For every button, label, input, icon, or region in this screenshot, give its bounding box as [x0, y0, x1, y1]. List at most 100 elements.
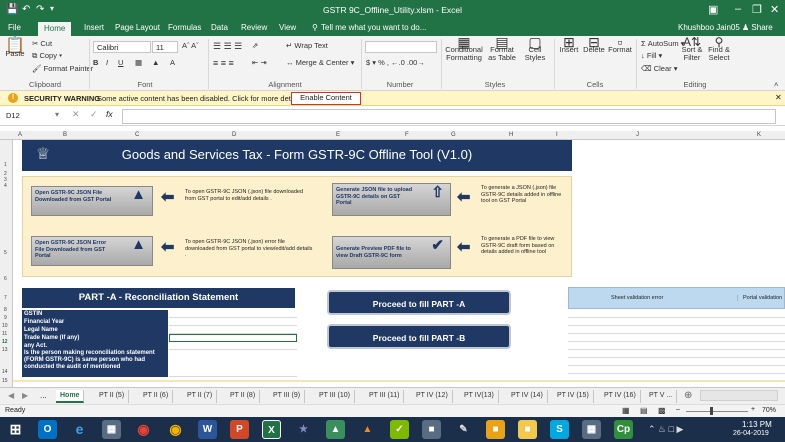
font-grow-shrink[interactable]: Aˆ Aˇ [182, 41, 199, 50]
merge-center-button[interactable]: ↔ Merge & Center ▾ [286, 58, 354, 67]
paste-button[interactable]: 📋 Paste [4, 38, 26, 58]
app-icon-3[interactable]: ✓ [390, 420, 409, 439]
name-box-dropdown-icon[interactable]: ▾ [55, 110, 59, 119]
cut-button[interactable]: ✂ Cut [32, 39, 52, 48]
name-box[interactable]: D12 [3, 110, 47, 123]
row-header[interactable]: 15 [2, 378, 8, 384]
pen-icon[interactable]: ✎ [454, 420, 473, 439]
row-header[interactable]: 5 [4, 250, 7, 256]
row-header[interactable]: 12 [2, 339, 8, 345]
cancel-entry-icon[interactable]: ✕ [72, 109, 80, 120]
proceed-part-a-button[interactable]: Proceed to fill PART -A [327, 290, 511, 315]
horizontal-scrollbar[interactable] [700, 390, 778, 401]
ribbon-display-icon[interactable]: ▣ [708, 3, 718, 16]
row-header[interactable]: 14 [2, 369, 8, 375]
font-size-select[interactable]: 11 [152, 41, 178, 53]
system-tray-icons[interactable]: ⌃ ♨ □ ▶ [648, 424, 683, 435]
align-top-icons[interactable]: ☰ ☰ ☰ [213, 41, 242, 52]
any-act-cell[interactable] [169, 342, 297, 350]
orientation-icon[interactable]: ⇗ [252, 41, 258, 50]
file-explorer-icon[interactable]: ■ [518, 420, 537, 439]
close-bar-icon[interactable]: ✕ [775, 93, 782, 102]
align-left-icons[interactable]: ≡ ≡ ≡ [213, 58, 234, 68]
tab-insert[interactable]: Insert [84, 23, 104, 32]
enable-content-button[interactable]: Enable Content [291, 92, 361, 105]
auditor-question-cell[interactable] [169, 350, 297, 377]
outlook-icon[interactable]: O [38, 420, 57, 439]
internet-explorer-icon[interactable]: e [70, 420, 89, 439]
clock-date[interactable]: 26-04-2019 [733, 430, 769, 437]
sheet-tab[interactable]: PT IV (14) [507, 390, 548, 403]
row-header[interactable]: 8 [4, 307, 7, 313]
confirm-entry-icon[interactable]: ✓ [90, 109, 98, 120]
vlc-icon[interactable]: ▲ [358, 420, 377, 439]
row-header[interactable]: 7 [4, 295, 7, 301]
more-sheets-left-icon[interactable]: ... [40, 391, 47, 400]
row-header[interactable]: 1 [4, 162, 7, 168]
collapse-ribbon-icon[interactable]: ˄ [774, 80, 778, 89]
italic-button[interactable]: I [106, 58, 108, 67]
word-icon[interactable]: W [198, 420, 217, 439]
open-json-button[interactable]: Open GSTR-9C JSON File Downloaded from G… [31, 186, 153, 216]
chrome-icon-2[interactable]: ◉ [166, 420, 185, 439]
indent-icons[interactable]: ⇤ ⇥ [252, 58, 267, 67]
sort-filter-button[interactable]: A⇅ Sort & Filter [680, 36, 704, 62]
sheet-tab[interactable]: PT IV (16) [600, 390, 641, 403]
captivate-icon[interactable]: Cp [614, 420, 633, 439]
legal-name-cell[interactable] [169, 326, 297, 334]
sheet-tab[interactable]: PT II (5) [95, 390, 130, 403]
sheet-tab[interactable]: PT II (7) [183, 390, 218, 403]
sheet-tab[interactable]: PT IV (12) [412, 390, 453, 403]
column-header[interactable]: H [509, 132, 513, 138]
tab-file[interactable]: File [8, 23, 21, 32]
sheet-tab[interactable]: PT V ... [645, 390, 678, 403]
zoom-slider-thumb[interactable] [710, 407, 713, 415]
generate-json-button[interactable]: Generate JSON file to upload GSTR-9C det… [332, 183, 451, 216]
font-color-icon[interactable]: A [170, 58, 175, 67]
add-sheet-icon[interactable]: ⊕ [684, 390, 692, 401]
skype-icon[interactable]: S [550, 420, 569, 439]
tab-formulas[interactable]: Formulas [168, 23, 201, 32]
conditional-formatting-button[interactable]: ▦ Conditional Formatting [444, 35, 484, 62]
zoom-level[interactable]: 70% [762, 407, 776, 414]
column-header[interactable]: E [336, 132, 340, 138]
row-header[interactable]: 11 [2, 331, 7, 337]
autosum-button[interactable]: Σ AutoSum ▾ [641, 39, 684, 48]
column-header[interactable]: G [451, 132, 456, 138]
format-as-table-button[interactable]: ▤ Format as Table [486, 35, 518, 62]
trade-name-cell-selected[interactable] [169, 334, 297, 342]
column-header[interactable]: F [405, 132, 409, 138]
font-name-select[interactable]: Calibri [93, 41, 151, 53]
column-header[interactable]: A [18, 132, 22, 138]
column-header[interactable]: B [63, 132, 67, 138]
number-format-icons[interactable]: $ ▾ % , ←.0 .00→ [366, 58, 425, 67]
minimize-icon[interactable]: – [735, 3, 741, 15]
column-header[interactable]: I [556, 132, 558, 138]
format-cells-button[interactable]: ▫ Format [608, 35, 632, 54]
fill-color-icon[interactable]: ▲ [152, 58, 159, 67]
sheet-tab[interactable]: PT IV (15) [553, 390, 594, 403]
tab-review[interactable]: Review [241, 23, 267, 32]
tab-page-layout[interactable]: Page Layout [115, 23, 160, 32]
row-header[interactable]: 10 [2, 323, 8, 329]
page-break-view-icon[interactable]: ▩ [658, 406, 666, 415]
insert-function-icon[interactable]: fx [106, 109, 113, 119]
find-select-button[interactable]: ⚲ Find & Select [706, 36, 732, 62]
copy-button[interactable]: ⧉ Copy ▾ [32, 51, 62, 61]
close-icon[interactable]: ✕ [770, 3, 779, 16]
tab-home[interactable]: Home [38, 22, 72, 36]
proceed-part-b-button[interactable]: Proceed to fill PART -B [327, 324, 511, 349]
lock-icon[interactable]: ■ [486, 420, 505, 439]
page-layout-view-icon[interactable]: ▤ [640, 406, 648, 415]
sheet-tab[interactable]: PT III (11) [365, 390, 405, 403]
calculator-icon[interactable]: ▦ [102, 420, 121, 439]
zoom-out-icon[interactable]: – [676, 406, 680, 413]
cell-styles-button[interactable]: ▢ Cell Styles [520, 35, 550, 62]
excel-icon[interactable]: X [262, 420, 281, 439]
app-icon[interactable]: ★ [294, 420, 313, 439]
scroll-left-icon[interactable]: ◀ [8, 391, 14, 400]
wrap-text-button[interactable]: ↵ Wrap Text [286, 41, 328, 50]
open-error-json-button[interactable]: Open GSTR-9C JSON Error File Downloaded … [31, 236, 153, 266]
sheet-tab[interactable]: PT II (6) [139, 390, 174, 403]
tab-data[interactable]: Data [211, 23, 228, 32]
